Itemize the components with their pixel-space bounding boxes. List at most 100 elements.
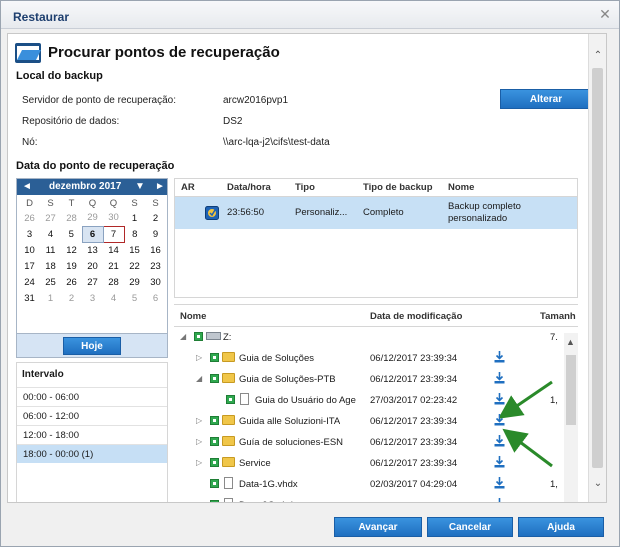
calendar-day[interactable]: 19 <box>61 258 82 274</box>
file-row[interactable]: Data-2G.vhdx <box>174 495 564 502</box>
calendar-day[interactable]: 22 <box>124 258 145 274</box>
select-checkbox[interactable] <box>210 479 219 488</box>
content-scroll-up-icon[interactable]: ⌃ <box>592 50 604 62</box>
rp-time: 23:56:50 <box>227 207 264 218</box>
calendar-day[interactable]: 20 <box>82 258 103 274</box>
month-label[interactable]: dezembro 2017 <box>49 181 121 192</box>
col-datetime[interactable]: Data/hora <box>227 182 271 193</box>
file-tree-scroll-thumb[interactable] <box>566 355 576 425</box>
file-modified: 02/03/2017 04:29:04 <box>370 479 458 490</box>
calendar-day[interactable]: 6 <box>145 290 166 306</box>
col-ar[interactable]: AR <box>181 182 195 193</box>
calendar-day[interactable]: 27 <box>40 210 61 226</box>
expand-toggle-icon[interactable]: ▷ <box>196 458 202 467</box>
calendar-day[interactable]: 8 <box>124 226 145 242</box>
calendar-day[interactable]: 15 <box>124 242 145 258</box>
download-icon[interactable] <box>494 498 505 502</box>
calendar-day[interactable]: 30 <box>103 210 124 226</box>
expand-toggle-icon[interactable]: ▷ <box>196 437 202 446</box>
calendar-day[interactable]: 9 <box>145 226 166 242</box>
content-scroll-thumb[interactable] <box>592 68 603 468</box>
calendar-day[interactable]: 11 <box>40 242 61 258</box>
next-button[interactable]: Avançar <box>334 517 422 537</box>
calendar-day[interactable]: 26 <box>19 210 40 226</box>
calendar-day[interactable]: 2 <box>145 210 166 226</box>
scroll-up-icon[interactable]: ▲ <box>566 337 575 347</box>
weekday-label: S <box>152 197 159 209</box>
calendar-day[interactable]: 28 <box>103 274 124 290</box>
calendar-day[interactable]: 14 <box>103 242 124 258</box>
next-month-icon[interactable]: ► <box>155 181 165 192</box>
calendar-day[interactable]: 7 <box>102 225 125 243</box>
recovery-point-row[interactable]: 23:56:50 Personaliz... Completo Backup c… <box>175 197 577 229</box>
file-row[interactable]: Data-1G.vhdx 02/03/2017 04:29:04 1, <box>174 474 564 495</box>
calendar-day[interactable]: 31 <box>19 290 40 306</box>
calendar-day[interactable]: 2 <box>61 290 82 306</box>
calendar-day[interactable]: 5 <box>124 290 145 306</box>
expand-toggle-icon[interactable]: ◢ <box>196 374 202 383</box>
change-button[interactable]: Alterar <box>500 89 592 109</box>
calendar-day[interactable]: 17 <box>19 258 40 274</box>
interval-row[interactable]: 06:00 - 12:00 <box>17 406 167 425</box>
select-checkbox[interactable] <box>194 332 203 341</box>
calendar-day[interactable]: 29 <box>124 274 145 290</box>
download-icon[interactable] <box>494 477 505 489</box>
calendar-week: 10 11 12 13 14 15 16 <box>19 242 166 258</box>
today-button[interactable]: Hoje <box>63 337 121 355</box>
calendar-day[interactable]: 23 <box>145 258 166 274</box>
select-checkbox[interactable] <box>210 353 219 362</box>
expand-toggle-icon[interactable]: ▷ <box>196 416 202 425</box>
calendar-day[interactable]: 24 <box>19 274 40 290</box>
weekday-row: D S T QQ S S <box>19 196 166 210</box>
calendar-day[interactable]: 21 <box>103 258 124 274</box>
select-checkbox[interactable] <box>226 395 235 404</box>
col-name[interactable]: Nome <box>448 182 474 193</box>
calendar-day[interactable]: 13 <box>82 242 103 258</box>
file-row[interactable]: ▷ Guia de Soluções 06/12/2017 23:39:34 <box>174 348 564 369</box>
calendar-day[interactable]: 10 <box>19 242 40 258</box>
select-checkbox[interactable] <box>210 416 219 425</box>
calendar-day[interactable]: 12 <box>61 242 82 258</box>
calendar-day[interactable]: 30 <box>145 274 166 290</box>
calendar-day[interactable]: 3 <box>82 290 103 306</box>
col-file-name[interactable]: Nome <box>180 311 206 322</box>
interval-row[interactable]: 00:00 - 06:00 <box>17 387 167 406</box>
col-type[interactable]: Tipo <box>295 182 315 193</box>
calendar-day[interactable]: 1 <box>40 290 61 306</box>
calendar-day[interactable]: 16 <box>145 242 166 258</box>
calendar-day[interactable]: 28 <box>61 210 82 226</box>
file-row[interactable]: ◢ Z: 7. <box>174 327 564 348</box>
calendar-day[interactable]: 4 <box>103 290 124 306</box>
calendar-day[interactable]: 25 <box>40 274 61 290</box>
select-checkbox[interactable] <box>210 500 219 502</box>
interval-row[interactable]: 18:00 - 00:00 (1) <box>17 444 167 463</box>
calendar-day[interactable]: 18 <box>40 258 61 274</box>
select-checkbox[interactable] <box>210 374 219 383</box>
cancel-button[interactable]: Cancelar <box>427 517 513 537</box>
help-button[interactable]: Ajuda <box>518 517 604 537</box>
calendar-day[interactable]: 4 <box>40 226 61 242</box>
calendar-day[interactable]: 5 <box>61 226 82 242</box>
select-checkbox[interactable] <box>210 437 219 446</box>
file-tree-scrollbar[interactable]: ▲ <box>564 333 578 502</box>
expand-toggle-icon[interactable]: ▷ <box>196 353 202 362</box>
calendar-day[interactable]: 29 <box>82 210 103 226</box>
download-icon[interactable] <box>494 351 505 363</box>
interval-row[interactable]: 12:00 - 18:00 <box>17 425 167 444</box>
col-backup-type[interactable]: Tipo de backup <box>363 182 433 193</box>
col-modified[interactable]: Data de modificação <box>370 311 462 322</box>
content-scrollbar[interactable]: ⌃ ⌄ <box>588 34 606 502</box>
content-scroll-down-icon[interactable]: ⌄ <box>592 478 604 490</box>
expand-toggle-icon[interactable]: ◢ <box>180 332 186 341</box>
select-checkbox[interactable] <box>210 458 219 467</box>
month-dropdown-icon[interactable]: ▼ <box>135 181 145 192</box>
calendar: ◄ dezembro 2017 ▼ ► D S T Q Q S S 26 27 28 29 30 1 2 3… <box>16 178 168 334</box>
prev-month-icon[interactable]: ◄ <box>22 181 32 192</box>
col-size[interactable]: Tamanh <box>540 311 576 322</box>
calendar-day[interactable]: 1 <box>124 210 145 226</box>
calendar-day[interactable]: 27 <box>82 274 103 290</box>
calendar-day[interactable]: 26 <box>61 274 82 290</box>
close-icon[interactable]: ✕ <box>597 6 613 22</box>
calendar-day[interactable]: 6 <box>81 225 104 243</box>
calendar-day[interactable]: 3 <box>19 226 40 242</box>
